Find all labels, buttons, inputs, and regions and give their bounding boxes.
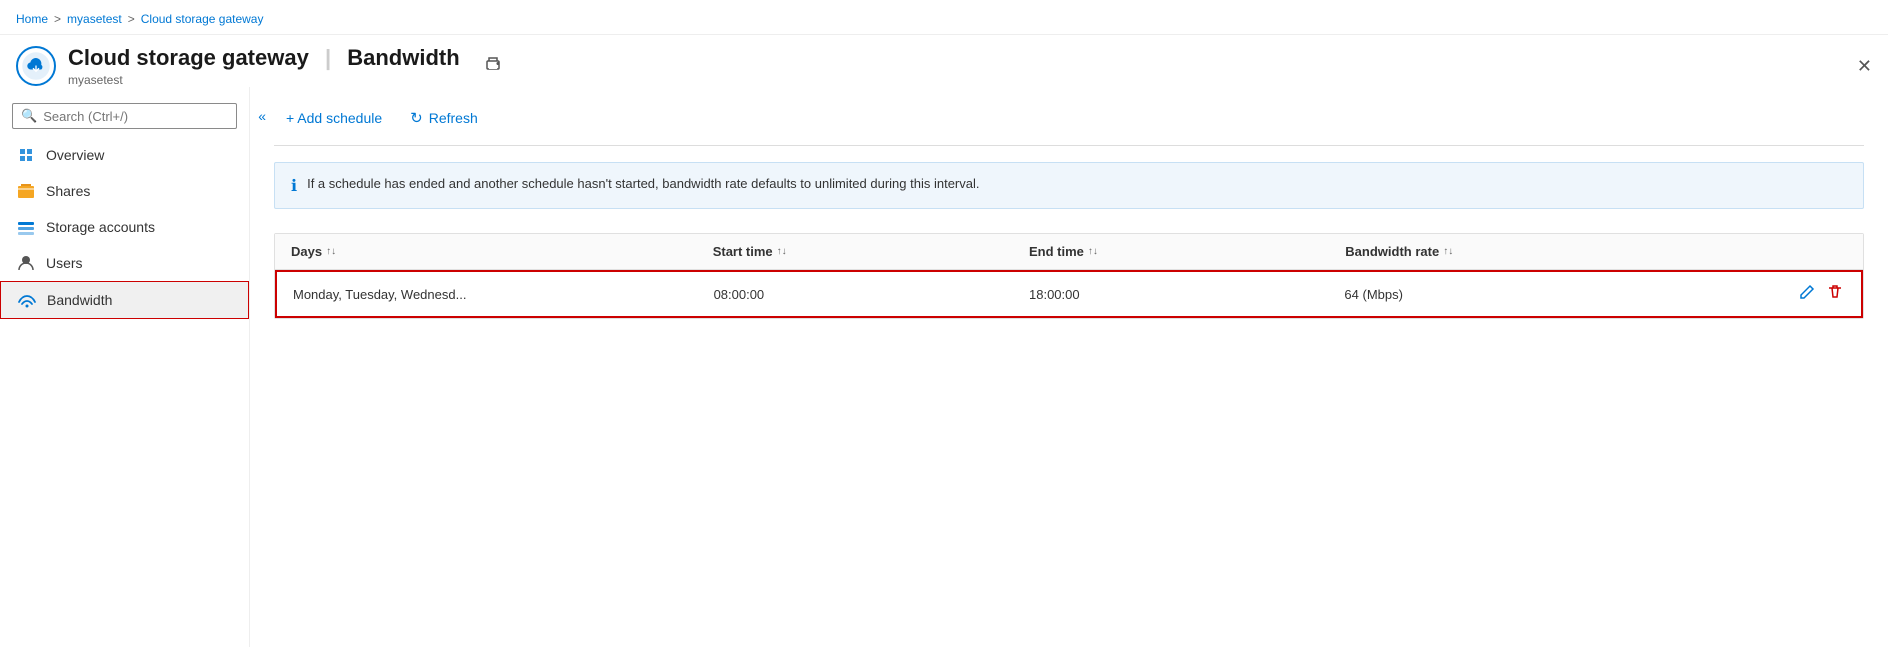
breadcrumb-sep2: > [128, 12, 135, 26]
title-container: Cloud storage gateway | Bandwidth myaset… [68, 45, 460, 87]
col-days: Days ↑↓ [291, 244, 713, 259]
col-start-time: Start time ↑↓ [713, 244, 1029, 259]
delete-icon [1827, 287, 1843, 304]
search-input[interactable] [43, 109, 228, 124]
sidebar-item-users[interactable]: Users [0, 245, 249, 281]
storage-icon [16, 217, 36, 237]
search-icon: 🔍 [21, 108, 37, 124]
col-end-time: End time ↑↓ [1029, 244, 1345, 259]
edit-icon [1799, 287, 1815, 304]
sort-start-icon[interactable]: ↑↓ [777, 246, 787, 257]
page-title: Cloud storage gateway | Bandwidth [68, 45, 460, 71]
delete-button[interactable] [1825, 282, 1845, 306]
sidebar-item-bandwidth[interactable]: Bandwidth [0, 281, 249, 319]
shares-icon [16, 181, 36, 201]
col-bandwidth-rate: Bandwidth rate ↑↓ [1345, 244, 1767, 259]
table-row: Monday, Tuesday, Wednesd... 08:00:00 18:… [275, 270, 1863, 318]
sidebar-label-bandwidth: Bandwidth [47, 292, 112, 308]
title-separator: | [325, 45, 331, 70]
users-icon [16, 253, 36, 273]
col-actions [1767, 244, 1847, 259]
info-icon: ℹ [291, 176, 297, 196]
row-end-time: 18:00:00 [1029, 287, 1344, 302]
main-content: + Add schedule ↻ Refresh ℹ If a schedule… [250, 87, 1888, 647]
breadcrumb-home[interactable]: Home [16, 12, 48, 26]
print-icon[interactable] [484, 55, 502, 78]
title-row: Cloud storage gateway | Bandwidth myaset… [0, 35, 1888, 87]
row-start-time: 08:00:00 [714, 287, 1029, 302]
breadcrumb-sep1: > [54, 12, 61, 26]
title-section: Bandwidth [347, 45, 459, 70]
sidebar-label-overview: Overview [46, 147, 104, 163]
toolbar: + Add schedule ↻ Refresh [274, 103, 1864, 146]
overview-icon [16, 145, 36, 165]
table-header: Days ↑↓ Start time ↑↓ End time ↑↓ Bandwi… [275, 234, 1863, 270]
sidebar-label-users: Users [46, 255, 83, 271]
edit-button[interactable] [1797, 282, 1817, 306]
sort-end-icon[interactable]: ↑↓ [1088, 246, 1098, 257]
row-actions [1765, 282, 1845, 306]
refresh-icon: ↻ [410, 109, 423, 127]
close-icon[interactable]: ✕ [1857, 56, 1872, 77]
search-container[interactable]: 🔍 « [12, 103, 237, 129]
service-icon [16, 46, 56, 86]
sidebar-label-storage: Storage accounts [46, 219, 155, 235]
sidebar-item-shares[interactable]: Shares [0, 173, 249, 209]
breadcrumb: Home > myasetest > Cloud storage gateway [16, 12, 263, 26]
breadcrumb-current[interactable]: Cloud storage gateway [141, 12, 264, 26]
sort-bandwidth-icon[interactable]: ↑↓ [1443, 246, 1453, 257]
sidebar-label-shares: Shares [46, 183, 90, 199]
subtitle-text: myasetest [68, 73, 460, 87]
sort-days-icon[interactable]: ↑↓ [326, 246, 336, 257]
info-banner: ℹ If a schedule has ended and another sc… [274, 162, 1864, 209]
row-days: Monday, Tuesday, Wednesd... [293, 287, 714, 302]
refresh-label: Refresh [429, 110, 478, 126]
title-service: Cloud storage gateway [68, 45, 309, 70]
bandwidth-table: Days ↑↓ Start time ↑↓ End time ↑↓ Bandwi… [274, 233, 1864, 319]
add-schedule-button[interactable]: + Add schedule [274, 104, 394, 132]
breadcrumb-myasetest[interactable]: myasetest [67, 12, 122, 26]
row-bandwidth-rate: 64 (Mbps) [1344, 287, 1765, 302]
sidebar-item-overview[interactable]: Overview [0, 137, 249, 173]
sidebar: 🔍 « Overview Shares [0, 87, 250, 647]
sidebar-item-storage-accounts[interactable]: Storage accounts [0, 209, 249, 245]
info-text: If a schedule has ended and another sche… [307, 175, 979, 193]
bandwidth-icon [17, 290, 37, 310]
refresh-button[interactable]: ↻ Refresh [398, 103, 490, 133]
collapse-button[interactable]: « [258, 108, 266, 124]
